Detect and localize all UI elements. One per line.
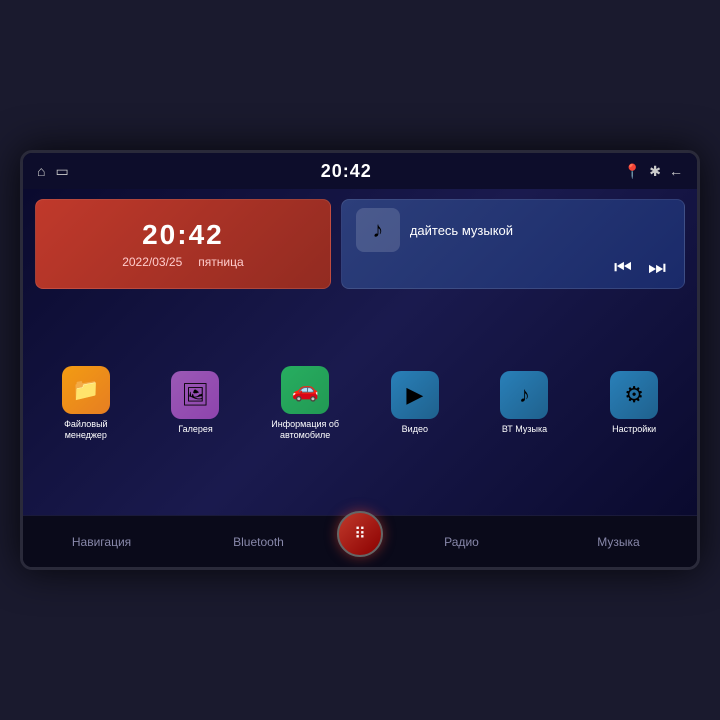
- clock-weekday: пятница: [198, 255, 243, 269]
- app-icon-video: ▶: [391, 371, 439, 419]
- music-top: ♪ дайтесь музыкой: [356, 208, 670, 252]
- app-icon-gallery: 🖼: [171, 371, 219, 419]
- nav-center-button[interactable]: ⠿: [337, 511, 383, 557]
- nav-label-bluetooth: Bluetooth: [233, 535, 284, 549]
- clock-time: 20:42: [142, 219, 224, 251]
- music-controls: ⏮ ⏭: [356, 257, 670, 280]
- status-right-icons: 📍 ✱ ←: [624, 163, 683, 180]
- device-screen: ⌂ ▭ 20:42 📍 ✱ ← 20:42 2022/03/25 пятница: [20, 150, 700, 570]
- screen-icon[interactable]: ▭: [55, 163, 68, 180]
- app-label-gallery: Галерея: [178, 424, 213, 435]
- nav-item-music[interactable]: Музыка: [540, 516, 697, 567]
- music-prev-button[interactable]: ⏮: [614, 257, 632, 280]
- music-icon-box: ♪: [356, 208, 400, 252]
- bluetooth-status-icon: ✱: [649, 163, 661, 180]
- app-label-files: Файловый менеджер: [51, 419, 121, 441]
- nav-label-music: Музыка: [597, 535, 639, 549]
- app-icon-files: 📁: [62, 366, 110, 414]
- music-note-icon: ♪: [372, 217, 383, 243]
- app-item-car[interactable]: 🚗 Информация об автомобиле: [254, 297, 356, 507]
- app-item-gallery[interactable]: 🖼 Галерея: [145, 297, 247, 507]
- app-label-settings: Настройки: [612, 424, 656, 435]
- app-item-video[interactable]: ▶ Видео: [364, 297, 466, 507]
- apps-grid: 📁 Файловый менеджер 🖼 Галерея 🚗 Информация об…: [35, 297, 685, 507]
- nav-item-radio[interactable]: Радио: [383, 516, 540, 567]
- main-content: 20:42 2022/03/25 пятница ♪ дайтесь музык…: [23, 189, 697, 515]
- status-bar: ⌂ ▭ 20:42 📍 ✱ ←: [23, 153, 697, 189]
- music-widget[interactable]: ♪ дайтесь музыкой ⏮ ⏭: [341, 199, 685, 289]
- app-item-settings[interactable]: ⚙ Настройки: [583, 297, 685, 507]
- back-icon[interactable]: ←: [669, 163, 683, 179]
- app-item-files[interactable]: 📁 Файловый менеджер: [35, 297, 137, 507]
- clock-date-value: 2022/03/25: [122, 255, 182, 269]
- music-title: дайтесь музыкой: [410, 223, 513, 238]
- home-icon[interactable]: ⌂: [37, 163, 45, 179]
- location-icon: 📍: [624, 163, 641, 180]
- app-label-bt-music: ВТ Музыка: [502, 424, 547, 435]
- nav-item-navigation[interactable]: Навигация: [23, 516, 180, 567]
- top-row: 20:42 2022/03/25 пятница ♪ дайтесь музык…: [35, 199, 685, 289]
- clock-date: 2022/03/25 пятница: [122, 255, 243, 269]
- status-left-icons: ⌂ ▭: [37, 163, 69, 180]
- status-time: 20:42: [321, 161, 372, 182]
- app-icon-settings: ⚙: [610, 371, 658, 419]
- music-next-button[interactable]: ⏭: [648, 257, 666, 280]
- app-label-video: Видео: [402, 424, 428, 435]
- app-item-bt-music[interactable]: ♪ ВТ Музыка: [474, 297, 576, 507]
- app-icon-car: 🚗: [281, 366, 329, 414]
- nav-item-bluetooth[interactable]: Bluetooth: [180, 516, 337, 567]
- app-icon-bt-music: ♪: [500, 371, 548, 419]
- app-label-car: Информация об автомобиле: [270, 419, 340, 441]
- nav-label-radio: Радио: [444, 535, 479, 549]
- nav-label-navigation: Навигация: [72, 535, 131, 549]
- clock-widget[interactable]: 20:42 2022/03/25 пятница: [35, 199, 331, 289]
- bottom-nav: НавигацияBluetooth⠿РадиоМузыка: [23, 515, 697, 567]
